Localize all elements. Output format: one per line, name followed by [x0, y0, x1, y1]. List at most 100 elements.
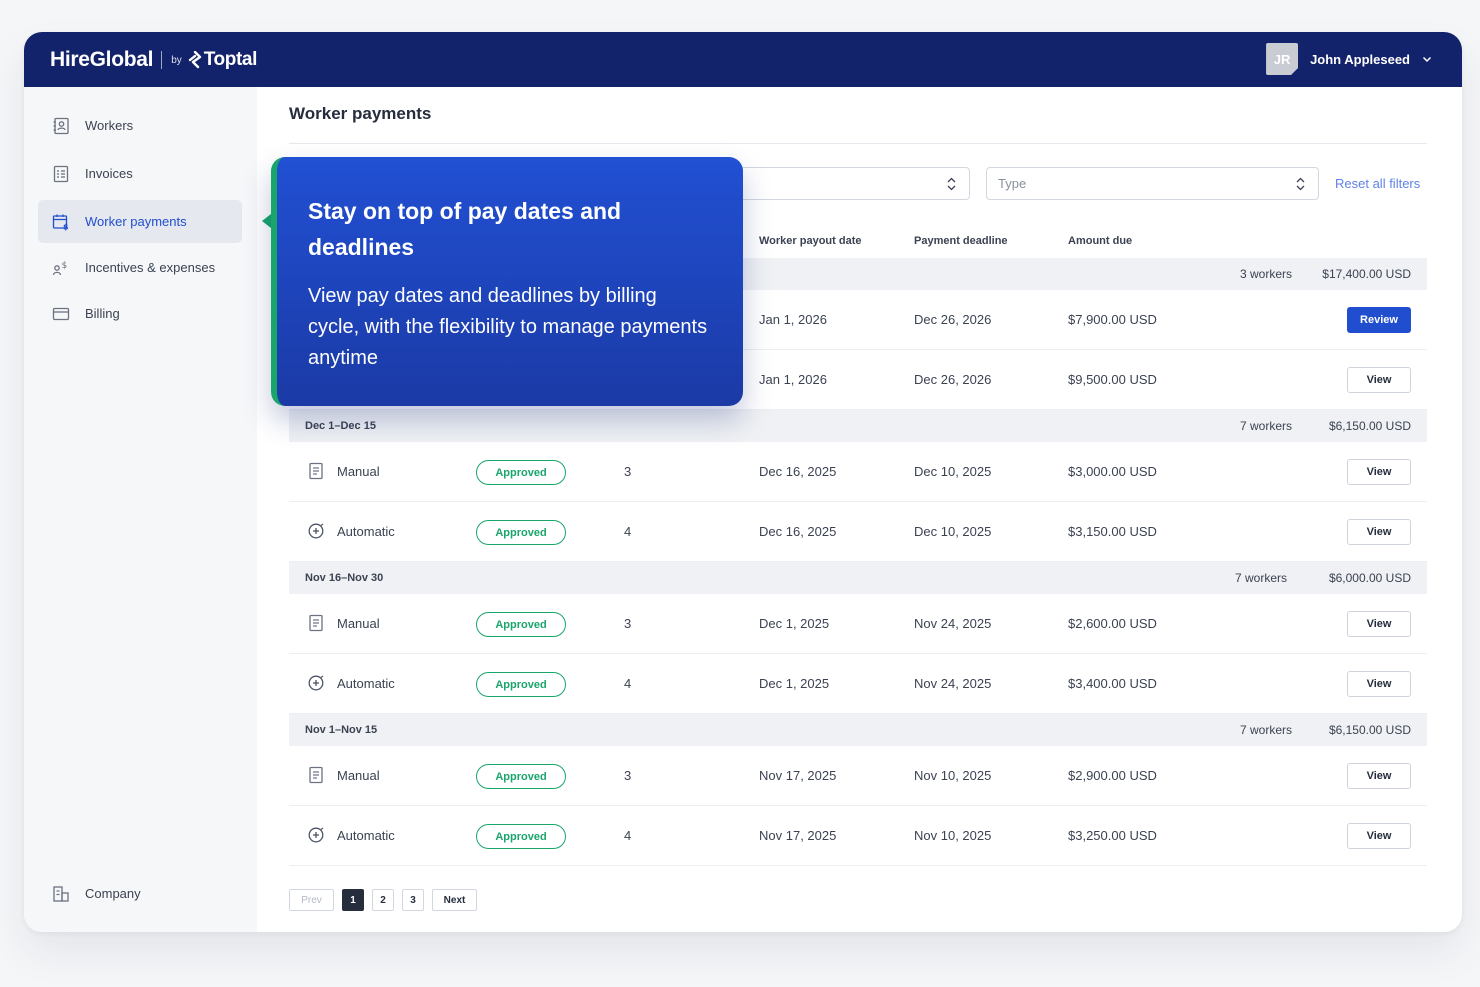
view-button[interactable]: View: [1347, 763, 1411, 789]
worker-count: 4: [624, 524, 632, 539]
group-row: Nov 16–Nov 30 7 workers $6,000.00 USD: [289, 562, 1427, 594]
manual-document-icon: [309, 766, 323, 784]
filter-select[interactable]: [737, 167, 970, 200]
contact-book-icon: [53, 117, 69, 134]
payout-date: Nov 17, 2025: [759, 768, 837, 783]
sidebar-item-label: Worker payments: [85, 214, 187, 229]
payout-date: Jan 1, 2026: [759, 312, 827, 327]
chevron-down-icon[interactable]: [1422, 54, 1432, 64]
type-cell: Manual: [307, 462, 380, 480]
payment-deadline: Dec 10, 2025: [914, 524, 992, 539]
view-button[interactable]: View: [1347, 611, 1411, 637]
sidebar-item-label: Workers: [85, 118, 134, 133]
automatic-plus-circle-icon: [308, 523, 324, 539]
avatar: JR: [1266, 43, 1299, 75]
amount-due: $3,250.00 USD: [1068, 828, 1157, 843]
brand-logo[interactable]: HireGlobal by Toptal: [50, 47, 257, 73]
sidebar-item-incentives[interactable]: $ Incentives & expenses: [38, 246, 242, 289]
sidebar-item-label: Invoices: [85, 166, 133, 181]
view-button[interactable]: View: [1347, 519, 1411, 545]
callout-body: View pay dates and deadlines by billing …: [308, 285, 708, 369]
page-button-1[interactable]: 1: [342, 889, 364, 911]
group-total: $17,400.00 USD: [1322, 267, 1411, 281]
sidebar-item-workers[interactable]: Workers: [38, 104, 242, 147]
status-badge: Approved: [476, 672, 566, 697]
group-row: Nov 1–Nov 15 7 workers $6,150.00 USD: [289, 714, 1427, 746]
invoice-document-icon: [53, 165, 69, 182]
type-cell: Automatic: [307, 674, 395, 692]
type-label: Manual: [337, 615, 380, 631]
brand-name: HireGlobal: [50, 48, 154, 71]
column-header-amount[interactable]: Amount due: [1068, 235, 1132, 247]
divider: [289, 143, 1427, 144]
type-label: Automatic: [337, 675, 395, 691]
type-label: Manual: [337, 463, 380, 479]
sidebar-item-label: Billing: [85, 306, 120, 321]
status-badge: Approved: [476, 460, 566, 485]
group-row: Dec 1–Dec 15 7 workers $6,150.00 USD: [289, 410, 1427, 442]
svg-text:$: $: [63, 222, 69, 231]
sidebar-item-company[interactable]: Company: [38, 872, 242, 915]
pagination: Prev 1 2 3 Next: [289, 889, 485, 911]
payment-calendar-icon: $: [52, 214, 69, 231]
sidebar-item-billing[interactable]: Billing: [38, 292, 242, 335]
table-row[interactable]: Automatic Approved 4 Dec 1, 2025 Nov 24,…: [289, 654, 1427, 714]
column-header-payout[interactable]: Worker payout date: [759, 235, 862, 247]
brand-divider: [161, 51, 163, 69]
worker-count: 4: [624, 676, 632, 691]
payment-deadline: Dec 26, 2026: [914, 372, 992, 387]
table-row[interactable]: Automatic Approved 4 Dec 16, 2025 Dec 10…: [289, 502, 1427, 562]
review-button[interactable]: Review: [1347, 307, 1411, 333]
group-title: Nov 1–Nov 15: [305, 724, 378, 736]
next-page-button[interactable]: Next: [432, 889, 477, 911]
column-header-deadline[interactable]: Payment deadline: [914, 235, 1008, 247]
payout-date: Dec 16, 2025: [759, 464, 837, 479]
manual-document-icon: [309, 614, 323, 632]
automatic-plus-circle-icon: [308, 675, 324, 691]
view-button[interactable]: View: [1347, 459, 1411, 485]
reset-filters-link[interactable]: Reset all filters: [1335, 176, 1420, 191]
sidebar-item-worker-payments[interactable]: $ Worker payments: [38, 200, 242, 243]
sidebar-item-invoices[interactable]: Invoices: [38, 152, 242, 195]
worker-count: 4: [624, 828, 632, 843]
user-menu[interactable]: JR John Appleseed: [1266, 43, 1432, 75]
view-button[interactable]: View: [1347, 367, 1411, 393]
status-badge: Approved: [476, 520, 566, 545]
feature-callout: Stay on top of pay dates and deadlines V…: [271, 157, 743, 406]
amount-due: $3,150.00 USD: [1068, 524, 1157, 539]
sidebar-item-label: Company: [85, 886, 141, 901]
callout-title: Stay on top of pay dates and deadlines: [308, 198, 622, 260]
table-row[interactable]: Manual Approved 3 Dec 1, 2025 Nov 24, 20…: [289, 594, 1427, 654]
worker-count: 3: [624, 616, 632, 631]
group-title: Nov 16–Nov 30: [305, 572, 384, 584]
payout-date: Dec 16, 2025: [759, 524, 837, 539]
toptal-logo-icon: [188, 51, 201, 69]
page-button-2[interactable]: 2: [372, 889, 394, 911]
group-total: $6,000.00 USD: [1328, 571, 1411, 585]
view-button[interactable]: View: [1347, 823, 1411, 849]
brand-by: by: [171, 54, 182, 66]
status-badge: Approved: [476, 764, 566, 789]
payout-date: Dec 1, 2025: [759, 676, 830, 691]
credit-card-icon: [52, 307, 70, 320]
view-button[interactable]: View: [1347, 671, 1411, 697]
amount-due: $7,900.00 USD: [1068, 312, 1157, 327]
payment-deadline: Nov 24, 2025: [914, 616, 992, 631]
amount-due: $3,000.00 USD: [1068, 464, 1157, 479]
page-button-3[interactable]: 3: [402, 889, 424, 911]
type-filter-select[interactable]: Type: [986, 167, 1319, 200]
payment-deadline: Nov 10, 2025: [914, 828, 992, 843]
top-bar: HireGlobal by Toptal JR John Appleseed: [24, 32, 1462, 87]
worker-count: 3: [624, 768, 632, 783]
table-row[interactable]: Automatic Approved 4 Nov 17, 2025 Nov 10…: [289, 806, 1427, 866]
svg-text:$: $: [62, 261, 68, 271]
payout-date: Dec 1, 2025: [759, 616, 830, 631]
table-row[interactable]: Manual Approved 3 Nov 17, 2025 Nov 10, 2…: [289, 746, 1427, 806]
prev-page-button[interactable]: Prev: [289, 889, 334, 911]
group-workers-count: 7 workers: [1234, 571, 1287, 585]
table-row[interactable]: Manual Approved 3 Dec 16, 2025 Dec 10, 2…: [289, 442, 1427, 502]
sidebar: Workers Invoices $ Worker payments $ Inc…: [24, 87, 257, 932]
group-total: $6,150.00 USD: [1328, 723, 1411, 737]
group-workers-count: 3 workers: [1239, 267, 1292, 281]
group-workers-count: 7 workers: [1239, 723, 1292, 737]
